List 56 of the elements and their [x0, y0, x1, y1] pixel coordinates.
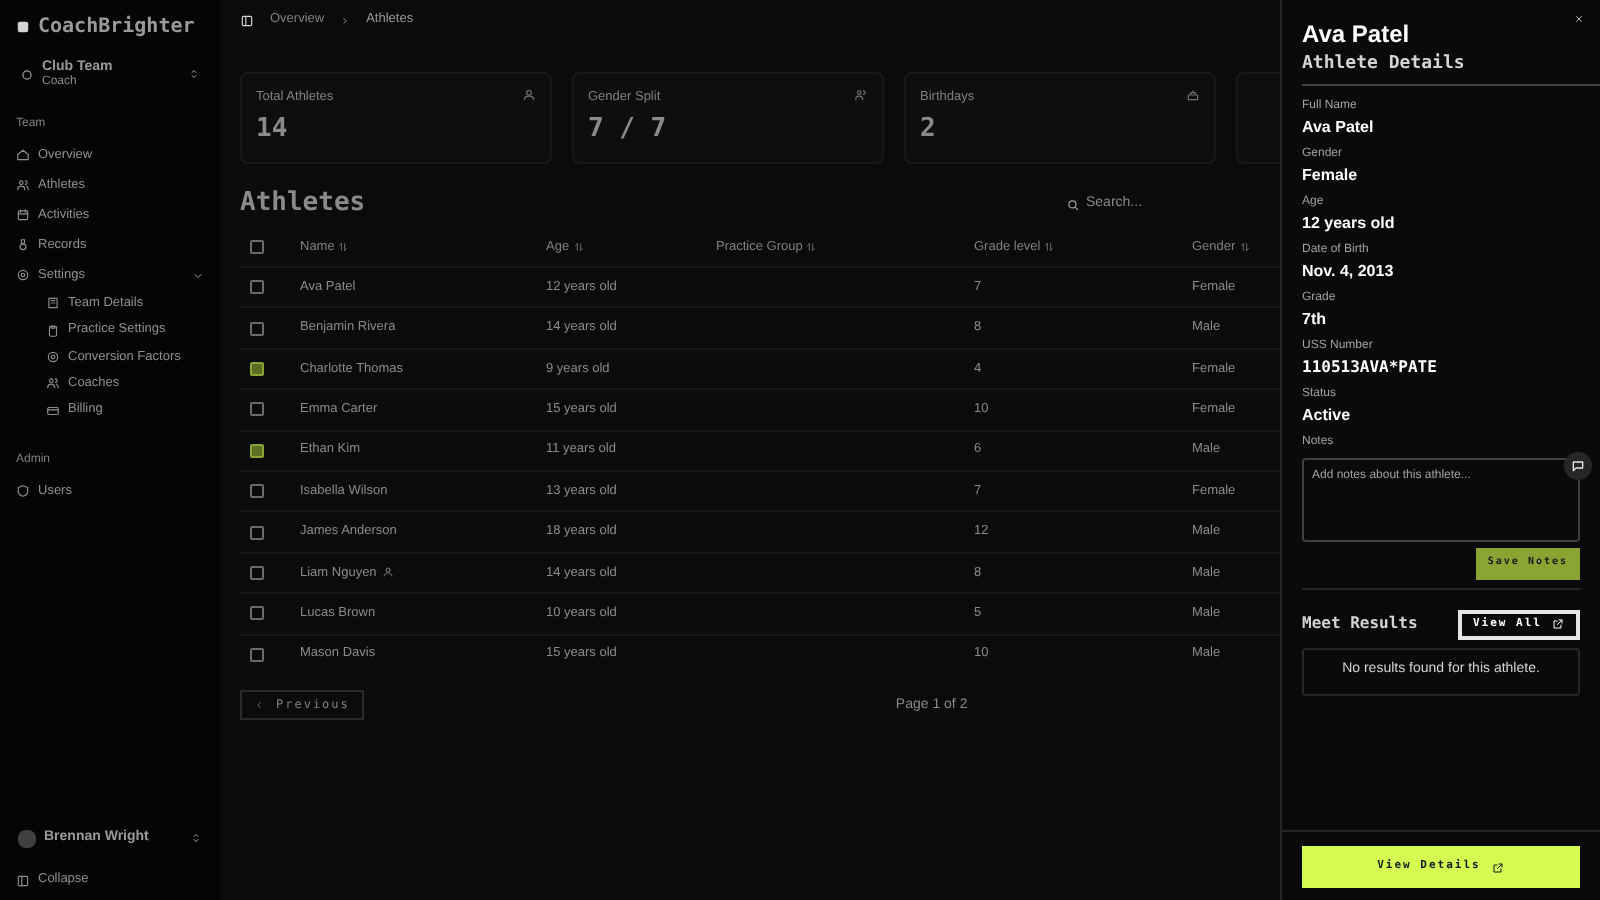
field-value: Female [1302, 163, 1360, 187]
logo-icon [16, 19, 30, 33]
checkbox[interactable] [250, 240, 264, 254]
checkbox[interactable] [250, 606, 264, 621]
field-value: 12 years old [1302, 211, 1397, 235]
sort-icon [573, 242, 584, 252]
checkbox[interactable] [250, 484, 264, 499]
shield-icon [16, 483, 30, 498]
sort-icon [1239, 242, 1250, 252]
building-icon [46, 296, 60, 311]
checkbox[interactable] [250, 525, 264, 540]
sort-icon [338, 242, 349, 252]
stat-value: 14 [256, 111, 288, 148]
people-icon [16, 178, 30, 192]
sort-icon [806, 242, 817, 252]
field-value: Active [1302, 403, 1353, 427]
cake-icon [1186, 88, 1200, 102]
close-icon[interactable] [1574, 14, 1584, 24]
checkbox[interactable] [250, 565, 264, 580]
chevron-right-icon [340, 15, 351, 25]
panel-subtitle: Athlete Details [1302, 52, 1600, 85]
field-value: 110513AVA*PATE [1302, 355, 1439, 379]
calendar-icon [16, 208, 30, 222]
home-icon [16, 148, 30, 162]
checkbox[interactable] [250, 402, 264, 417]
checkbox[interactable] [250, 361, 264, 376]
chevron-left-icon [254, 700, 264, 711]
clipboard-icon [46, 323, 60, 338]
brand-name: CoachBrighter [38, 13, 195, 41]
field-value: 7th [1302, 307, 1328, 331]
external-link-icon [1492, 861, 1505, 873]
checkbox[interactable] [250, 321, 264, 336]
stat-value: 7 / 7 [588, 111, 667, 148]
sort-icon [1044, 242, 1055, 252]
field-value: Ava Patel [1302, 115, 1376, 139]
people-icon [46, 376, 60, 391]
avatar-placeholder [18, 829, 36, 847]
chat-icon[interactable] [1564, 452, 1592, 480]
checkbox[interactable] [250, 647, 264, 662]
people-icon [854, 88, 868, 102]
external-link-icon [1552, 618, 1564, 630]
chevrons-icon [190, 832, 202, 844]
card-icon [46, 403, 60, 418]
sidebar-icon [16, 873, 30, 887]
team-icon [20, 67, 34, 81]
person-icon [522, 88, 536, 102]
page-title: Athletes [240, 186, 366, 223]
checkbox[interactable] [250, 443, 264, 458]
field-value: Nov. 4, 2013 [1302, 259, 1396, 283]
checkbox[interactable] [250, 280, 264, 295]
panel-title: Ava Patel [1302, 18, 1412, 50]
chevrons-icon [188, 68, 200, 80]
stat-value: 2 [920, 111, 936, 148]
sidebar-icon [240, 13, 254, 27]
section-title: Meet Results [1302, 612, 1418, 636]
search-icon [1066, 197, 1080, 211]
